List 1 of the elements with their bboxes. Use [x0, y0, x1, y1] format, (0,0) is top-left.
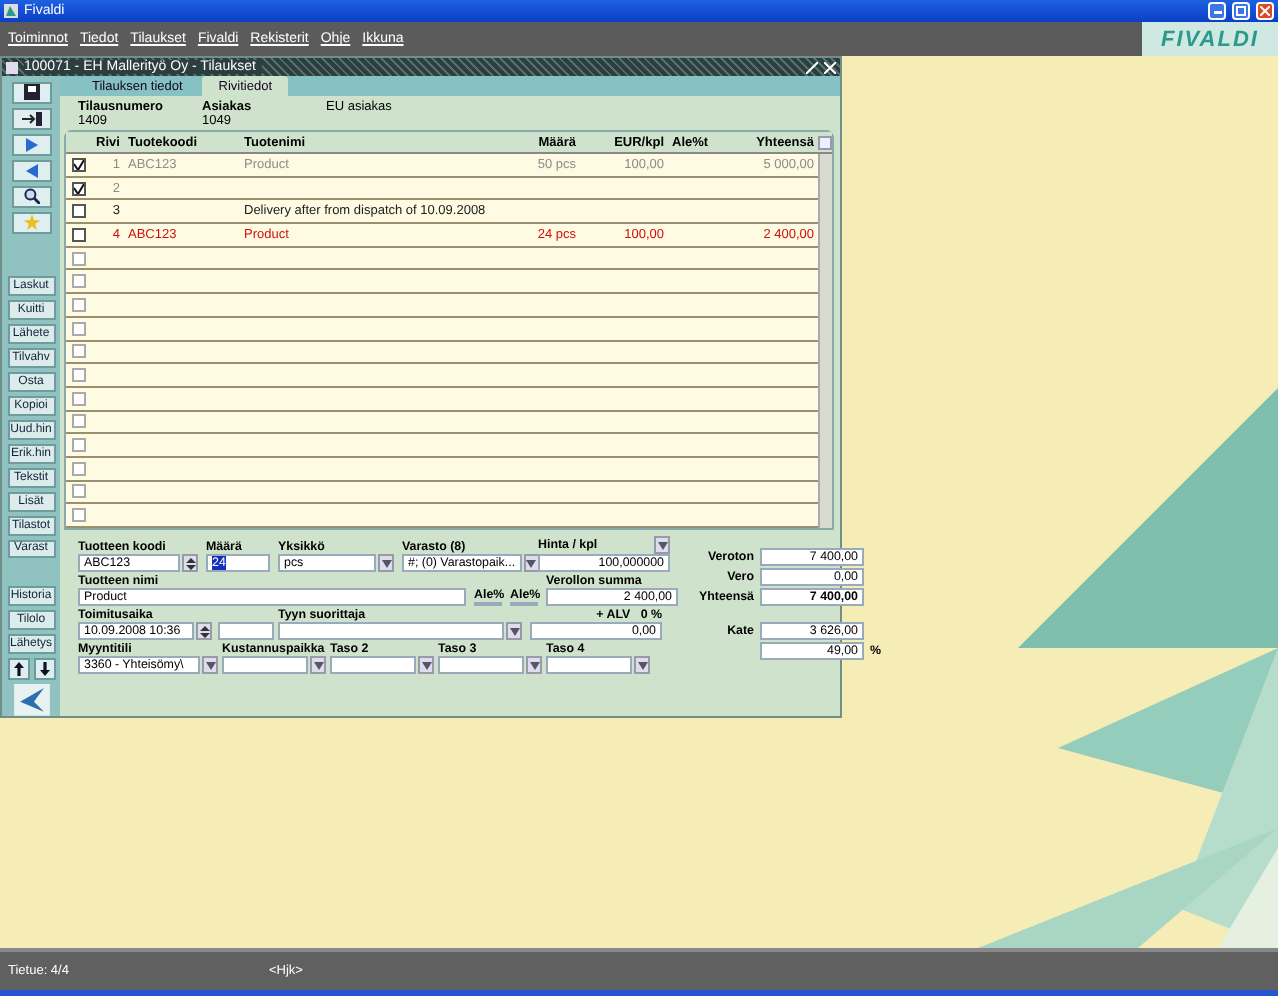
logo: FIVALDI — [1142, 22, 1278, 56]
